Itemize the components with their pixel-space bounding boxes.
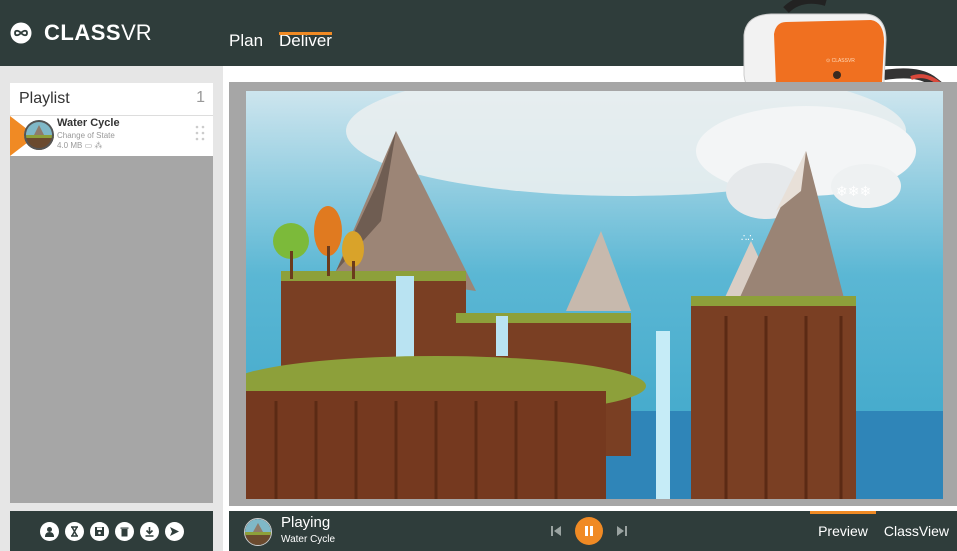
playlist-item[interactable]: Water Cycle Change of State 4.0 MB ▭ ⁂ bbox=[10, 116, 213, 156]
player-bar: Playing Water Cycle Preview ClassView bbox=[229, 511, 957, 551]
item-subtitle: Change of State bbox=[57, 131, 115, 140]
video-icon: ▭ bbox=[84, 141, 93, 150]
tab-preview[interactable]: Preview bbox=[810, 511, 876, 551]
playlist-header: Playlist 1 bbox=[10, 83, 213, 116]
delete-button[interactable] bbox=[114, 521, 134, 541]
view-tabs: Preview ClassView bbox=[810, 511, 957, 551]
skip-next-icon bbox=[617, 526, 627, 536]
playback-controls bbox=[549, 517, 629, 545]
playlist-count: 1 bbox=[196, 89, 205, 106]
timer-button[interactable] bbox=[64, 521, 84, 541]
nav-plan[interactable]: Plan bbox=[229, 0, 263, 50]
trash-icon bbox=[120, 527, 128, 536]
drag-handle-icon[interactable] bbox=[195, 124, 205, 142]
tab-classview[interactable]: ClassView bbox=[876, 511, 957, 551]
hourglass-icon bbox=[70, 525, 78, 537]
pause-button[interactable] bbox=[575, 517, 603, 545]
download-button[interactable] bbox=[139, 521, 159, 541]
previous-button[interactable] bbox=[549, 524, 563, 538]
playlist-title: Playlist bbox=[19, 90, 70, 107]
download-icon bbox=[145, 526, 153, 537]
main-nav: Plan Deliver bbox=[229, 0, 348, 66]
nav-deliver[interactable]: Deliver bbox=[279, 0, 332, 50]
save-icon bbox=[94, 526, 104, 536]
person-walk-icon: ⁂ bbox=[94, 141, 103, 150]
svg-text:∴∴: ∴∴ bbox=[741, 233, 754, 244]
save-button[interactable] bbox=[89, 521, 109, 541]
item-size: 4.0 MB ▭ ⁂ bbox=[57, 141, 102, 150]
send-icon bbox=[169, 526, 179, 536]
item-size-value: 4.0 MB bbox=[57, 141, 83, 150]
item-thumbnail bbox=[24, 120, 54, 150]
preview-area: ❄❄❄ ∴∴ bbox=[229, 82, 957, 506]
svg-text:⊙ CLASSVR: ⊙ CLASSVR bbox=[826, 58, 855, 64]
person-button[interactable] bbox=[39, 521, 59, 541]
svg-text:❄❄❄: ❄❄❄ bbox=[836, 184, 871, 200]
item-title: Water Cycle bbox=[57, 117, 120, 129]
person-icon bbox=[44, 526, 54, 537]
classvr-logo[interactable]: CLASS VR bbox=[10, 20, 152, 46]
send-button[interactable] bbox=[164, 521, 184, 541]
brand-name-bold: CLASS bbox=[44, 20, 122, 45]
skip-previous-icon bbox=[551, 526, 561, 536]
now-playing-title: Water Cycle bbox=[281, 534, 336, 545]
playlist-panel: Playlist 1 Water Cycle Change of State 4… bbox=[10, 83, 213, 503]
brand-name-light: VR bbox=[121, 20, 152, 45]
pause-icon bbox=[585, 526, 593, 536]
classvr-logo-icon bbox=[10, 22, 32, 44]
playback-status: Playing bbox=[281, 514, 331, 531]
left-sidebar: Playlist 1 Water Cycle Change of State 4… bbox=[0, 66, 223, 551]
next-button[interactable] bbox=[615, 524, 629, 538]
playlist-toolbar bbox=[10, 511, 213, 551]
water-cycle-scene[interactable]: ❄❄❄ ∴∴ bbox=[246, 91, 943, 499]
now-playing-thumbnail bbox=[244, 518, 272, 546]
